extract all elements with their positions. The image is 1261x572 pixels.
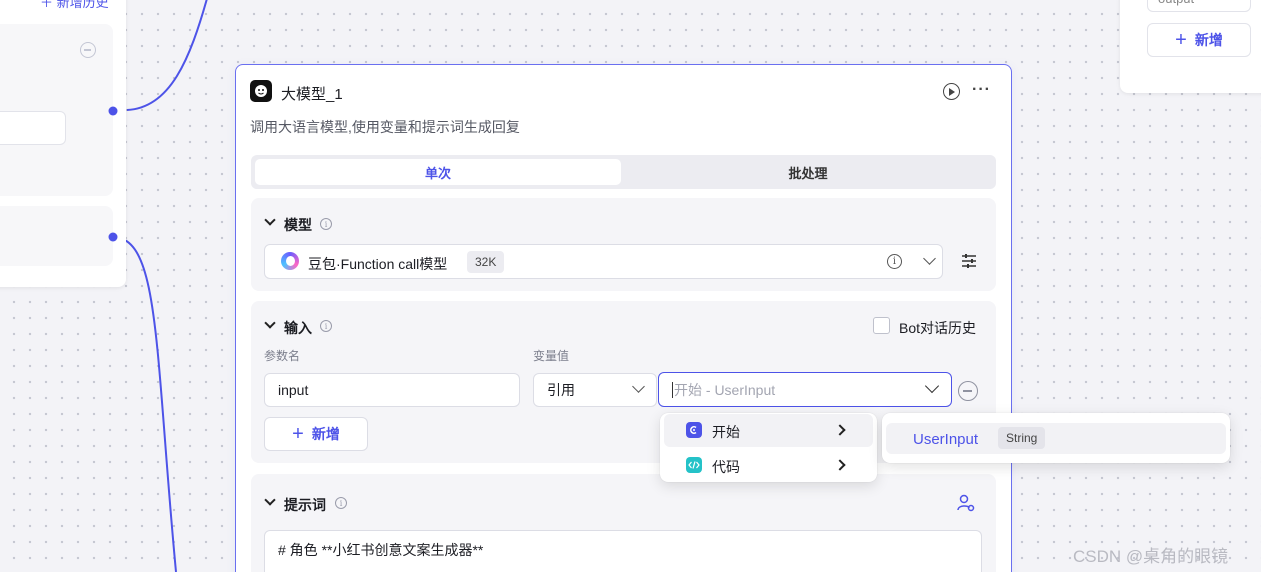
text-cursor: [672, 381, 673, 398]
left-node-input[interactable]: [0, 111, 66, 145]
plus-icon: +: [1175, 29, 1187, 51]
left-output-port[interactable]: [106, 104, 120, 118]
node-description: 调用大语言模型,使用变量和提示词生成回复: [250, 119, 520, 135]
menu-item-code-label: 代码: [712, 459, 740, 475]
input-section-title: 输入: [284, 320, 312, 336]
param-name-header: 参数名: [264, 349, 301, 363]
model-settings-icon[interactable]: [961, 253, 977, 269]
left-output-port-2[interactable]: [106, 230, 120, 244]
info-icon[interactable]: i: [320, 218, 332, 230]
bot-history-label[interactable]: Bot对话历史: [899, 318, 976, 338]
context-badge: 32K: [467, 251, 505, 273]
watermark: CSDN @桌角的眼镜: [1073, 547, 1229, 566]
start-icon: [686, 422, 702, 438]
variable-select[interactable]: 开始 - UserInput: [658, 372, 952, 407]
var-value-header: 变量值: [533, 349, 570, 363]
user-settings-icon[interactable]: [957, 494, 975, 512]
plus-icon: +: [292, 423, 304, 445]
model-name: 豆包·Function call模型: [308, 256, 448, 272]
left-node-panel-2: [0, 206, 113, 266]
doubao-logo-icon: [281, 252, 299, 270]
model-section-title: 模型: [284, 217, 312, 233]
variable-placeholder: 开始 - UserInput: [674, 381, 776, 398]
more-icon[interactable]: ···: [972, 81, 991, 99]
info-icon[interactable]: i: [320, 320, 332, 332]
right-add-button[interactable]: + 新增: [1147, 23, 1251, 57]
edge-bottom: [112, 236, 177, 572]
add-param-label: 新增: [311, 426, 340, 442]
bot-history-checkbox[interactable]: [873, 317, 890, 334]
tab-batch[interactable]: 批处理: [625, 159, 991, 185]
prompt-section-title: 提示词: [284, 497, 326, 513]
param-name-input[interactable]: input: [264, 373, 520, 407]
run-node-icon[interactable]: [943, 83, 960, 100]
left-remove-icon[interactable]: [80, 42, 96, 58]
add-param-button[interactable]: + 新增: [264, 417, 368, 451]
info-icon[interactable]: i: [335, 497, 347, 509]
tab-single[interactable]: 单次: [255, 159, 621, 185]
llm-node-icon: [250, 80, 272, 102]
left-node-panel: [0, 24, 113, 196]
left-add-history-link[interactable]: ＋ 新增历史: [40, 0, 109, 11]
right-output-field[interactable]: output: [1147, 0, 1251, 12]
variable-type-badge: String: [998, 427, 1046, 449]
model-info-icon[interactable]: i: [887, 254, 902, 269]
node-title[interactable]: 大模型_1: [281, 83, 343, 104]
prompt-first-line[interactable]: # 角色 **小红书创意文案生成器**: [278, 540, 483, 560]
code-icon: [686, 457, 702, 473]
remove-param-icon[interactable]: [958, 381, 978, 401]
menu-item-start-label: 开始: [712, 424, 740, 440]
variable-name: UserInput: [913, 431, 979, 448]
edge-top: [126, 0, 208, 111]
right-add-label: 新增: [1194, 32, 1223, 48]
